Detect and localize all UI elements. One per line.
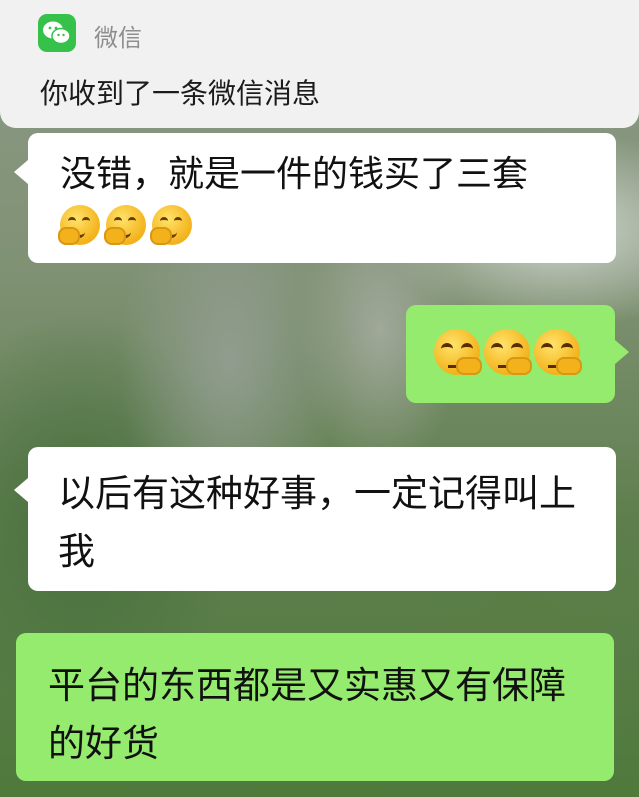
chat-bubble-incoming: 以后有这种好事，一定记得叫上我 bbox=[28, 447, 616, 591]
notification-banner[interactable]: 微信 你收到了一条微信消息 bbox=[0, 0, 639, 128]
emoji-row bbox=[434, 329, 615, 375]
bubble-tail bbox=[14, 160, 28, 184]
message-text: 以后有这种好事，一定记得叫上我 bbox=[58, 472, 576, 573]
message-text: 没错，就是一件的钱买了三套 bbox=[60, 154, 529, 195]
smirk-thinking-face-icon bbox=[484, 329, 532, 375]
app-name: 微信 bbox=[94, 24, 142, 52]
bubble-tail bbox=[14, 478, 28, 502]
message-text: 平台的东西都是又实惠又有保障的好货 bbox=[48, 664, 566, 765]
chat-bubble-incoming: 平台的东西都是又实惠又有保障的好货 bbox=[16, 633, 614, 781]
wechat-icon bbox=[38, 14, 76, 52]
smirk-thinking-face-icon bbox=[534, 329, 582, 375]
thinking-hand-face-icon bbox=[150, 205, 192, 245]
thinking-hand-face-icon bbox=[104, 205, 146, 245]
bubble-tail bbox=[615, 340, 629, 364]
chat-bubble-incoming: 没错，就是一件的钱买了三套 bbox=[28, 133, 616, 263]
chat-bubble-outgoing bbox=[406, 305, 615, 403]
thinking-hand-face-icon bbox=[58, 205, 100, 245]
smirk-thinking-face-icon bbox=[434, 329, 482, 375]
emoji-row bbox=[58, 205, 616, 245]
notification-message: 你收到了一条微信消息 bbox=[40, 77, 321, 110]
